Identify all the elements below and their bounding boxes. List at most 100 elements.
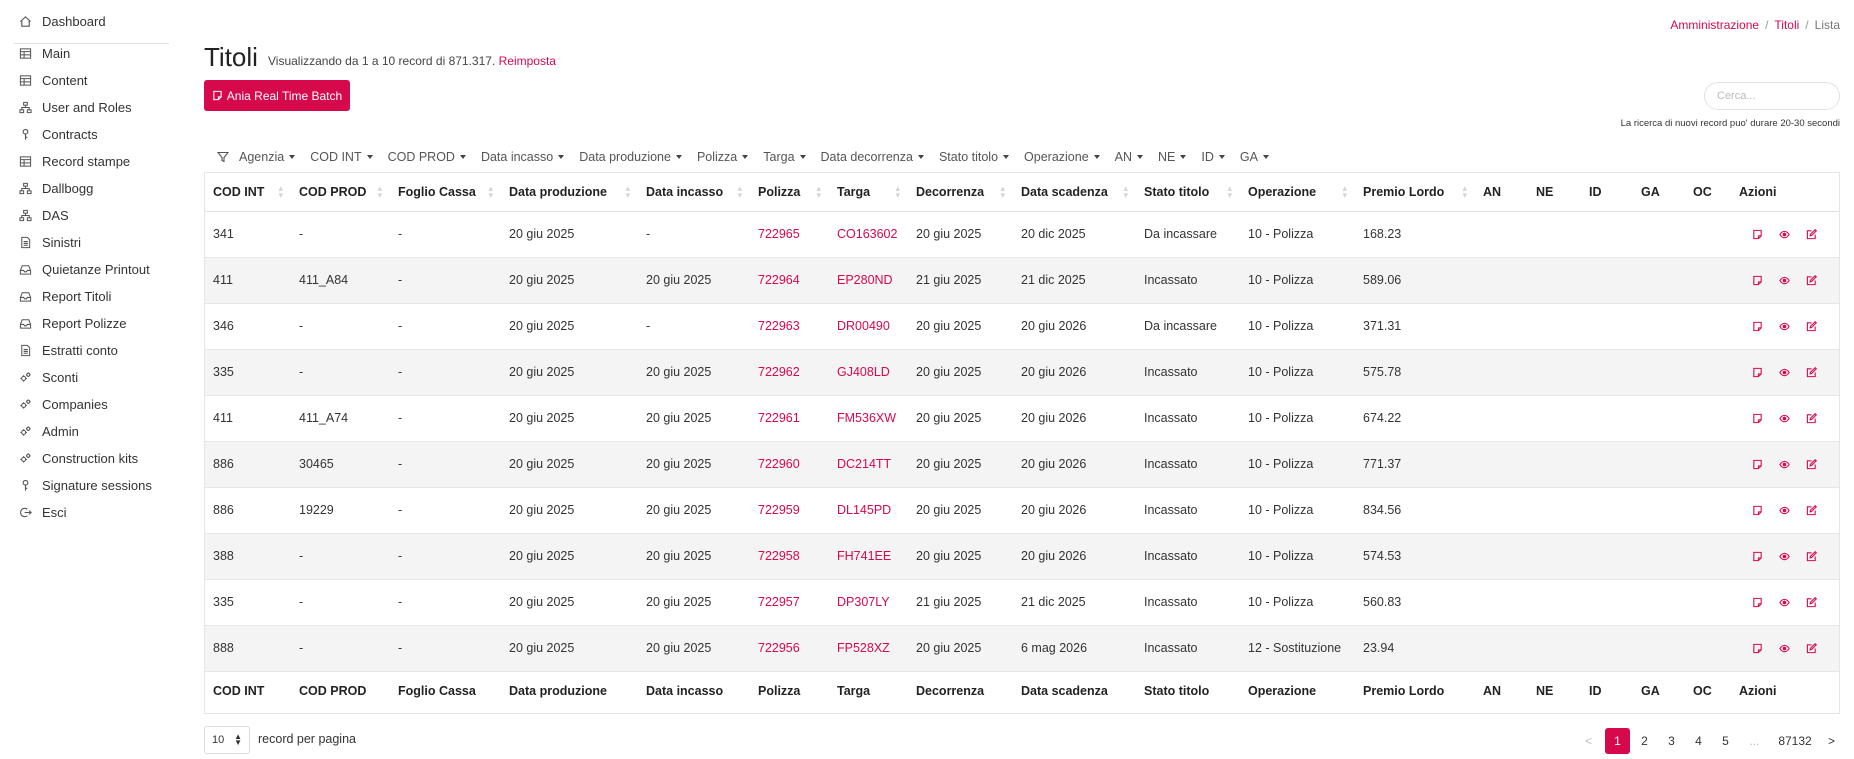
view-icon[interactable]: [1779, 367, 1790, 378]
polizza-link[interactable]: 722957: [758, 595, 800, 609]
polizza-link[interactable]: 722960: [758, 457, 800, 471]
filter-stato-titolo[interactable]: Stato titolo: [939, 150, 1010, 164]
note-icon[interactable]: [1752, 505, 1763, 516]
polizza-link[interactable]: 722963: [758, 319, 800, 333]
targa-link[interactable]: DP307LY: [837, 595, 890, 609]
column-header-premio-lordo[interactable]: Premio Lordo ▴ ▾: [1355, 173, 1475, 212]
note-icon[interactable]: [1752, 597, 1763, 608]
sidebar-item-report-polizze[interactable]: Report Polizze: [19, 312, 127, 334]
sidebar-item-contracts[interactable]: Contracts: [19, 123, 98, 145]
sidebar-item-companies[interactable]: Companies: [19, 393, 108, 415]
view-icon[interactable]: [1779, 275, 1790, 286]
sidebar-item-das[interactable]: DAS: [19, 204, 69, 226]
filter-ne[interactable]: NE: [1158, 150, 1187, 164]
note-icon[interactable]: [1752, 643, 1763, 654]
sidebar-item-record-stampe[interactable]: Record stampe: [19, 150, 130, 172]
edit-icon[interactable]: [1806, 412, 1817, 424]
filter-id[interactable]: ID: [1201, 150, 1225, 164]
view-icon[interactable]: [1779, 321, 1790, 332]
targa-link[interactable]: FH741EE: [837, 549, 891, 563]
view-icon[interactable]: [1779, 229, 1790, 240]
column-header-stato-titolo[interactable]: Stato titolo ▴ ▾: [1136, 173, 1240, 212]
note-icon[interactable]: [1752, 459, 1763, 470]
column-header-cod-int[interactable]: COD INT ▴ ▾: [205, 173, 291, 212]
sidebar-item-estratti-conto[interactable]: Estratti conto: [19, 339, 118, 361]
search-input[interactable]: [1704, 82, 1840, 110]
edit-icon[interactable]: [1806, 504, 1817, 516]
column-header-decorrenza[interactable]: Decorrenza ▴ ▾: [908, 173, 1013, 212]
filter-data-incasso[interactable]: Data incasso: [481, 150, 565, 164]
edit-icon[interactable]: [1806, 642, 1817, 654]
polizza-link[interactable]: 722962: [758, 365, 800, 379]
filter-cod-int[interactable]: COD INT: [310, 150, 373, 164]
column-header-polizza[interactable]: Polizza ▴ ▾: [750, 173, 829, 212]
view-icon[interactable]: [1779, 413, 1790, 424]
targa-link[interactable]: CO163602: [837, 227, 897, 241]
filter-data-decorrenza[interactable]: Data decorrenza: [821, 150, 924, 164]
pagination-prev[interactable]: <: [1576, 728, 1601, 754]
sidebar-item-sconti[interactable]: Sconti: [19, 366, 78, 388]
sidebar-item-admin[interactable]: Admin: [19, 420, 79, 442]
sidebar-item-signature-sessions[interactable]: Signature sessions: [19, 474, 152, 496]
pagination-page-2[interactable]: 2: [1632, 728, 1657, 754]
column-header-data-produzione[interactable]: Data produzione ▴ ▾: [501, 173, 638, 212]
filter-operazione[interactable]: Operazione: [1024, 150, 1100, 164]
note-icon[interactable]: [1752, 275, 1763, 286]
filter-agenzia[interactable]: Agenzia: [239, 150, 296, 164]
edit-icon[interactable]: [1806, 274, 1817, 286]
filter-targa[interactable]: Targa: [763, 150, 806, 164]
note-icon[interactable]: [1752, 229, 1763, 240]
polizza-link[interactable]: 722964: [758, 273, 800, 287]
targa-link[interactable]: DC214TT: [837, 457, 891, 471]
reset-link[interactable]: Reimposta: [499, 54, 556, 68]
sidebar-item-dashboard[interactable]: Dashboard: [19, 10, 106, 32]
sidebar-item-content[interactable]: Content: [19, 69, 88, 91]
sidebar-item-user-and-roles[interactable]: User and Roles: [19, 96, 132, 118]
edit-icon[interactable]: [1806, 228, 1817, 240]
filter-an[interactable]: AN: [1115, 150, 1144, 164]
polizza-link[interactable]: 722956: [758, 641, 800, 655]
filter-data-produzione[interactable]: Data produzione: [579, 150, 682, 164]
sidebar-item-dallbogg[interactable]: Dallbogg: [19, 177, 93, 199]
breadcrumb-titoli[interactable]: Titoli: [1774, 18, 1799, 32]
sidebar-item-sinistri[interactable]: Sinistri: [19, 231, 81, 253]
pagination-page-4[interactable]: 4: [1686, 728, 1711, 754]
pagination-page-1[interactable]: 1: [1605, 728, 1630, 754]
sidebar-item-quietanze-printout[interactable]: Quietanze Printout: [19, 258, 150, 280]
view-icon[interactable]: [1779, 551, 1790, 562]
edit-icon[interactable]: [1806, 458, 1817, 470]
column-header-targa[interactable]: Targa ▴ ▾: [829, 173, 908, 212]
targa-link[interactable]: EP280ND: [837, 273, 893, 287]
column-header-data-scadenza[interactable]: Data scadenza ▴ ▾: [1013, 173, 1136, 212]
polizza-link[interactable]: 722961: [758, 411, 800, 425]
edit-icon[interactable]: [1806, 320, 1817, 332]
column-header-data-incasso[interactable]: Data incasso ▴ ▾: [638, 173, 750, 212]
polizza-link[interactable]: 722958: [758, 549, 800, 563]
edit-icon[interactable]: [1806, 596, 1817, 608]
targa-link[interactable]: GJ408LD: [837, 365, 890, 379]
column-header-operazione[interactable]: Operazione ▴ ▾: [1240, 173, 1355, 212]
targa-link[interactable]: FP528XZ: [837, 641, 890, 655]
sidebar-item-construction-kits[interactable]: Construction kits: [19, 447, 138, 469]
pagination-page-3[interactable]: 3: [1659, 728, 1684, 754]
note-icon[interactable]: [1752, 367, 1763, 378]
view-icon[interactable]: [1779, 459, 1790, 470]
per-page-select[interactable]: 10 ▲ ▼: [204, 726, 250, 754]
view-icon[interactable]: [1779, 597, 1790, 608]
pagination-next[interactable]: >: [1819, 728, 1844, 754]
pagination-last-page[interactable]: 87132: [1775, 728, 1815, 754]
sidebar-item-report-titoli[interactable]: Report Titoli: [19, 285, 111, 307]
filter-ga[interactable]: GA: [1240, 150, 1269, 164]
filter-cod-prod[interactable]: COD PROD: [388, 150, 466, 164]
pagination-page-5[interactable]: 5: [1713, 728, 1738, 754]
targa-link[interactable]: DR00490: [837, 319, 890, 333]
view-icon[interactable]: [1779, 643, 1790, 654]
breadcrumb-amministrazione[interactable]: Amministrazione: [1670, 18, 1759, 32]
polizza-link[interactable]: 722965: [758, 227, 800, 241]
view-icon[interactable]: [1779, 505, 1790, 516]
note-icon[interactable]: [1752, 413, 1763, 424]
sidebar-item-esci[interactable]: Esci: [19, 501, 67, 523]
edit-icon[interactable]: [1806, 550, 1817, 562]
ania-real-time-batch-button[interactable]: Ania Real Time Batch: [204, 80, 350, 111]
polizza-link[interactable]: 722959: [758, 503, 800, 517]
